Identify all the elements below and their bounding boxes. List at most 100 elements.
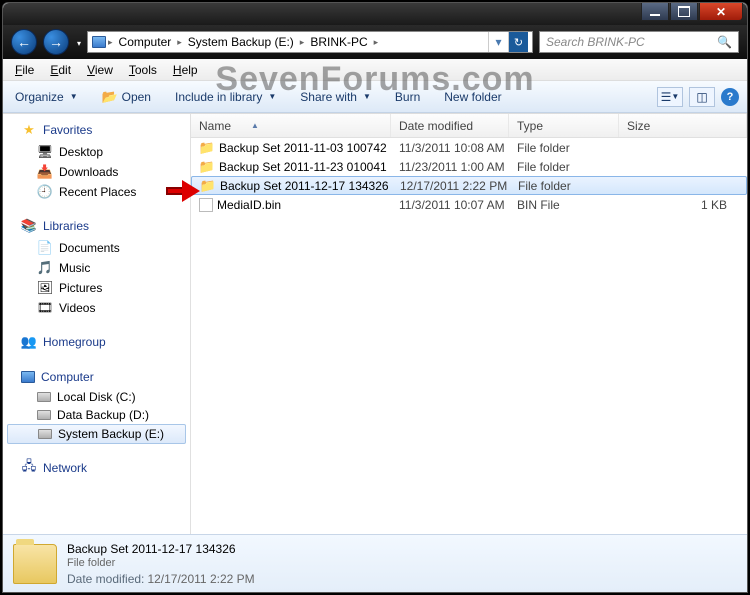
menu-edit[interactable]: Edit	[44, 61, 77, 79]
drive-icon	[38, 429, 52, 439]
file-size: 1 KB	[619, 198, 747, 212]
sidebar-item-downloads[interactable]: 📥Downloads	[3, 162, 190, 182]
sidebar-libraries[interactable]: 📚Libraries	[3, 216, 190, 238]
search-input[interactable]: Search BRINK-PC 🔍	[539, 31, 739, 53]
details-modified: Date modified: 12/17/2011 2:22 PM	[67, 572, 255, 586]
sidebar-network[interactable]: 🖧Network	[3, 458, 190, 480]
sidebar-item-drive-c[interactable]: Local Disk (C:)	[3, 388, 190, 406]
file-row[interactable]: MediaID.bin11/3/2011 10:07 AMBIN File1 K…	[191, 195, 747, 214]
command-bar: Organize▼ 📂Open Include in library▼ Shar…	[3, 81, 747, 113]
menu-help[interactable]: Help	[167, 61, 204, 79]
sidebar-favorites[interactable]: ★Favorites	[3, 120, 190, 142]
file-type: BIN File	[509, 198, 619, 212]
sidebar-item-drive-e[interactable]: System Backup (E:)	[7, 424, 186, 444]
column-type[interactable]: Type	[509, 114, 619, 137]
music-icon: 🎵	[37, 260, 53, 276]
new-folder-button[interactable]: New folder	[440, 88, 505, 106]
computer-icon	[92, 36, 106, 48]
history-dropdown[interactable]	[75, 35, 81, 49]
documents-icon: 📄	[37, 240, 53, 256]
libraries-icon: 📚	[21, 218, 37, 234]
folder-icon: 📁	[199, 140, 215, 156]
desktop-icon: 🖥	[37, 144, 53, 160]
back-button[interactable]: ←	[11, 29, 37, 55]
star-icon: ★	[21, 122, 37, 138]
homegroup-icon: 👥	[21, 334, 37, 350]
search-placeholder: Search BRINK-PC	[546, 35, 645, 49]
crumb-computer[interactable]: Computer	[115, 34, 176, 50]
sidebar-homegroup[interactable]: 👥Homegroup	[3, 332, 190, 354]
file-date: 12/17/2011 2:22 PM	[392, 179, 510, 193]
navigation-pane: ★Favorites 🖥Desktop 📥Downloads 🕘Recent P…	[3, 114, 191, 534]
column-name[interactable]: Name▲	[191, 114, 391, 137]
file-name: MediaID.bin	[217, 198, 281, 212]
file-date: 11/3/2011 10:08 AM	[391, 141, 509, 155]
file-row[interactable]: 📁 Backup Set 2011-11-23 010041 11/23/2011 …	[191, 157, 747, 176]
sort-asc-icon: ▲	[251, 121, 259, 130]
minimize-button[interactable]	[641, 3, 669, 21]
menu-file[interactable]: File	[9, 61, 40, 79]
file-name: Backup Set 2011-11-03 100742	[219, 141, 387, 155]
file-type: File folder	[509, 141, 619, 155]
network-icon: 🖧	[21, 460, 37, 476]
file-row[interactable]: 📁 Backup Set 2011-12-17 13432612/17/2011 …	[191, 176, 747, 195]
sidebar-item-recent[interactable]: 🕘Recent Places	[3, 182, 190, 202]
share-button[interactable]: Share with▼	[296, 88, 375, 106]
preview-pane-button[interactable]: ◫	[689, 87, 715, 107]
folder-icon: 📁	[200, 178, 216, 194]
column-date[interactable]: Date modified	[391, 114, 509, 137]
folder-icon: 📁	[199, 159, 215, 175]
menu-view[interactable]: View	[81, 61, 119, 79]
organize-button[interactable]: Organize▼	[11, 88, 82, 106]
sidebar-computer[interactable]: ◢Computer	[3, 368, 190, 388]
videos-icon: 🎞	[37, 300, 53, 316]
details-name: Backup Set 2011-12-17 134326	[67, 542, 255, 556]
file-row[interactable]: 📁 Backup Set 2011-11-03 100742 11/3/2011 1…	[191, 138, 747, 157]
recent-icon: 🕘	[37, 184, 53, 200]
file-type: File folder	[509, 160, 619, 174]
address-bar[interactable]: ▸ Computer ▸ System Backup (E:) ▸ BRINK-…	[87, 31, 533, 53]
file-type: File folder	[510, 179, 620, 193]
crumb-folder[interactable]: BRINK-PC	[306, 34, 371, 50]
help-button[interactable]: ?	[721, 88, 739, 106]
pictures-icon: 🖼	[37, 280, 53, 296]
downloads-icon: 📥	[37, 164, 53, 180]
callout-arrow	[166, 180, 200, 202]
forward-button[interactable]: →	[43, 29, 69, 55]
refresh-button[interactable]: ↻	[508, 32, 528, 52]
file-name: Backup Set 2011-11-23 010041	[219, 160, 387, 174]
menu-tools[interactable]: Tools	[123, 61, 163, 79]
address-dropdown[interactable]: ▾	[488, 32, 508, 52]
explorer-window: ← → ▸ Computer ▸ System Backup (E:) ▸ BR…	[2, 2, 748, 593]
file-list-pane: Name▲ Date modified Type Size 📁Backup Se…	[191, 114, 747, 534]
close-button[interactable]	[699, 3, 743, 21]
file-list[interactable]: 📁 Backup Set 2011-11-03 100742 11/3/2011 1…	[191, 138, 747, 534]
crumb-drive[interactable]: System Backup (E:)	[184, 34, 298, 50]
view-options-button[interactable]: ☰ ▼	[657, 87, 683, 107]
sidebar-item-desktop[interactable]: 🖥Desktop	[3, 142, 190, 162]
sidebar-item-pictures[interactable]: 🖼Pictures	[3, 278, 190, 298]
file-icon	[199, 198, 213, 212]
column-headers: Name▲ Date modified Type Size	[191, 114, 747, 138]
titlebar[interactable]	[3, 3, 747, 25]
nav-toolbar: ← → ▸ Computer ▸ System Backup (E:) ▸ BR…	[3, 25, 747, 59]
drive-icon	[37, 392, 51, 402]
folder-icon	[13, 544, 57, 584]
include-library-button[interactable]: Include in library▼	[171, 88, 280, 106]
file-name: Backup Set 2011-12-17 134326	[220, 179, 389, 193]
sidebar-item-music[interactable]: 🎵Music	[3, 258, 190, 278]
sidebar-item-videos[interactable]: 🎞Videos	[3, 298, 190, 318]
crumb-sep[interactable]: ▸	[108, 37, 113, 48]
folder-open-icon: 📂	[102, 89, 118, 105]
maximize-button[interactable]	[670, 3, 698, 21]
details-pane: Backup Set 2011-12-17 134326 File folder…	[3, 534, 747, 592]
computer-icon	[21, 371, 35, 383]
sidebar-item-drive-d[interactable]: Data Backup (D:)	[3, 406, 190, 424]
drive-icon	[37, 410, 51, 420]
burn-button[interactable]: Burn	[391, 88, 424, 106]
file-date: 11/23/2011 1:00 AM	[391, 160, 509, 174]
search-icon: 🔍	[717, 35, 732, 49]
sidebar-item-documents[interactable]: 📄Documents	[3, 238, 190, 258]
column-size[interactable]: Size	[619, 114, 747, 137]
open-button[interactable]: 📂Open	[98, 87, 155, 107]
